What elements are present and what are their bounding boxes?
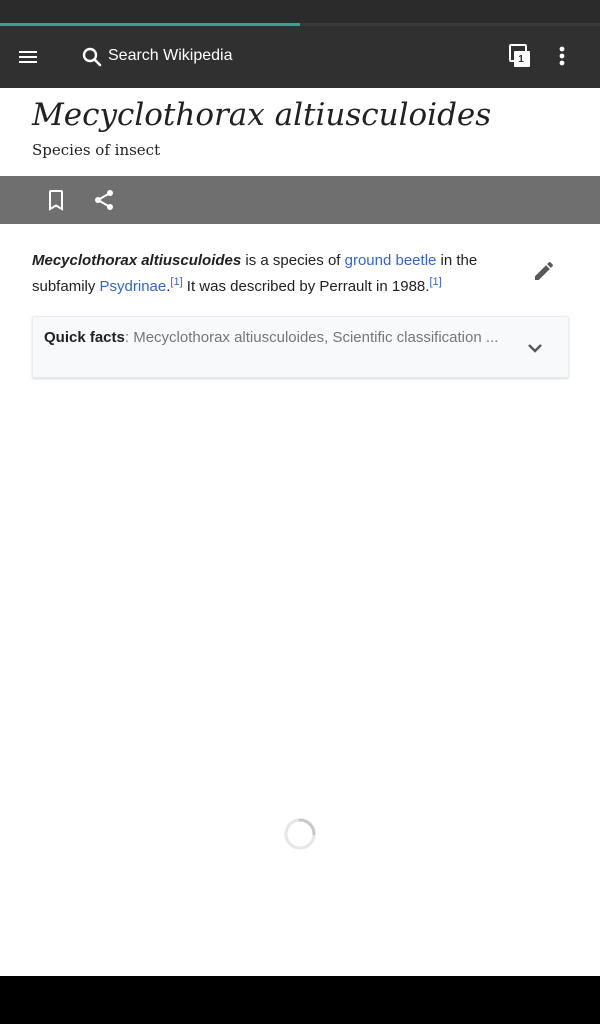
article-page: Mecyclothorax altiusculoides Species of … — [0, 88, 600, 976]
quick-facts-text: Quick facts: Mecyclothorax altiusculoide… — [44, 328, 519, 348]
link-ground-beetle[interactable]: ground beetle — [345, 252, 437, 269]
top-toolbar: Search Wikipedia 1 — [0, 26, 600, 88]
article-header: Mecyclothorax altiusculoides Species of … — [0, 88, 600, 176]
chevron-down-icon[interactable] — [523, 336, 547, 360]
loading-spinner-icon — [284, 818, 316, 850]
reference-link[interactable]: [1] — [170, 276, 182, 288]
article-intro: Mecyclothorax altiusculoides is a specie… — [32, 248, 502, 300]
more-vert-icon[interactable] — [548, 42, 576, 70]
hamburger-menu-icon — [19, 51, 37, 63]
system-navigation-bar — [0, 976, 600, 1024]
quick-facts-summary: : Mecyclothorax altiusculoides, Scientif… — [124, 329, 499, 346]
page-title: Mecyclothorax altiusculoides — [32, 97, 492, 133]
tabs-count-badge: 1 — [518, 54, 524, 65]
link-psydrinae[interactable]: Psydrinae — [100, 278, 167, 295]
status-bar — [0, 0, 600, 24]
edit-pencil-icon[interactable] — [532, 259, 556, 283]
menu-button[interactable] — [16, 43, 64, 71]
search-icon[interactable] — [80, 45, 104, 69]
article-action-bar — [0, 176, 600, 224]
intro-text: is a species of — [241, 252, 345, 269]
page-description: Species of insect — [32, 141, 161, 159]
quick-facts-box[interactable]: Quick facts: Mecyclothorax altiusculoide… — [32, 316, 569, 378]
quick-facts-label: Quick facts — [44, 329, 125, 346]
share-icon[interactable] — [92, 188, 116, 212]
reference-link[interactable]: [1] — [429, 276, 441, 288]
bookmark-icon[interactable] — [44, 188, 68, 212]
search-input[interactable]: Search Wikipedia — [108, 46, 233, 66]
intro-text: It was described by Perrault in 1988. — [182, 278, 430, 295]
article-subject: Mecyclothorax altiusculoides — [32, 252, 242, 269]
